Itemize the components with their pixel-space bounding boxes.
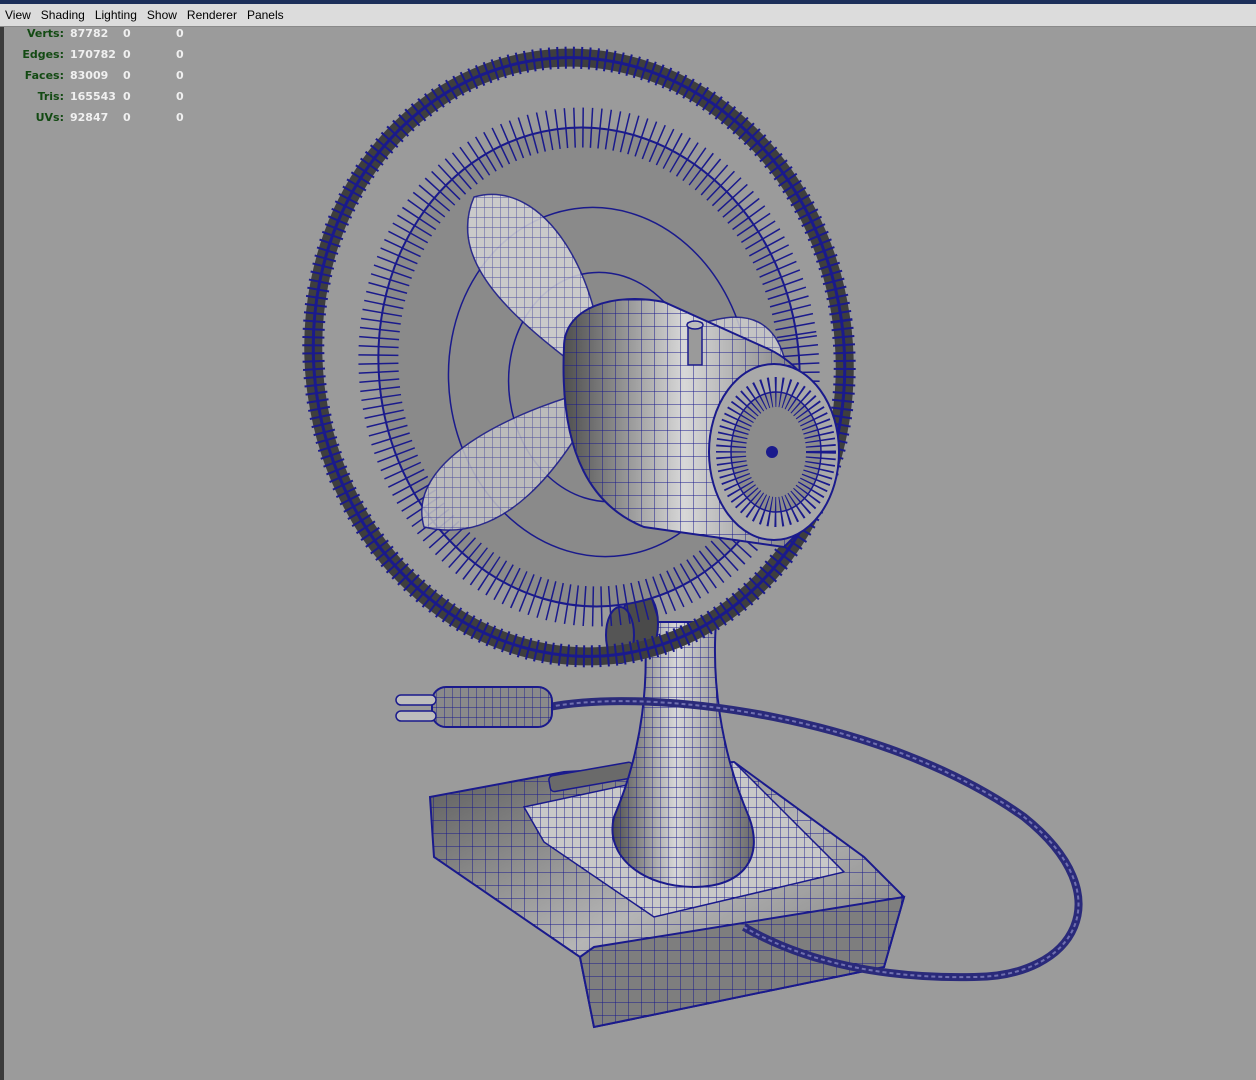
menu-shading[interactable]: Shading xyxy=(36,4,90,26)
fan-wireframe-model xyxy=(302,46,1083,1029)
menu-view[interactable]: View xyxy=(0,4,36,26)
hud-row-uvs: UVs: 92847 0 0 xyxy=(14,111,214,132)
hud-value: 170782 xyxy=(70,48,116,61)
hud-value: 0 xyxy=(176,90,184,103)
menu-show[interactable]: Show xyxy=(142,4,182,26)
hud-row-edges: Edges: 170782 0 0 xyxy=(14,48,214,69)
hud-row-tris: Tris: 165543 0 0 xyxy=(14,90,214,111)
hud-value: 0 xyxy=(176,27,184,40)
hud-row-verts: Verts: 87782 0 0 xyxy=(14,27,214,48)
hud-value: 0 xyxy=(123,111,131,124)
poly-count-hud: Verts: 87782 0 0 Edges: 170782 0 0 Faces… xyxy=(14,27,214,132)
hud-label: Edges: xyxy=(22,48,64,61)
hud-label: Tris: xyxy=(37,90,64,103)
hud-row-faces: Faces: 83009 0 0 xyxy=(14,69,214,90)
hud-value: 0 xyxy=(176,48,184,61)
hud-value: 92847 xyxy=(70,111,109,124)
hud-value: 165543 xyxy=(70,90,116,103)
menu-lighting[interactable]: Lighting xyxy=(90,4,142,26)
menu-panels[interactable]: Panels xyxy=(242,4,289,26)
hud-value: 0 xyxy=(176,111,184,124)
hud-value: 0 xyxy=(123,69,131,82)
menu-renderer[interactable]: Renderer xyxy=(182,4,242,26)
hud-value: 87782 xyxy=(70,27,109,40)
hud-label: UVs: xyxy=(35,111,64,124)
hud-value: 0 xyxy=(123,27,131,40)
hud-value: 0 xyxy=(176,69,184,82)
3d-viewport[interactable]: Verts: 87782 0 0 Edges: 170782 0 0 Faces… xyxy=(0,27,1256,1080)
hud-label: Faces: xyxy=(24,69,64,82)
hud-value: 83009 xyxy=(70,69,109,82)
hud-label: Verts: xyxy=(26,27,64,40)
hud-value: 0 xyxy=(123,48,131,61)
power-plug xyxy=(395,686,553,728)
panel-menu-bar: View Shading Lighting Show Renderer Pane… xyxy=(0,4,1256,27)
hud-value: 0 xyxy=(123,90,131,103)
